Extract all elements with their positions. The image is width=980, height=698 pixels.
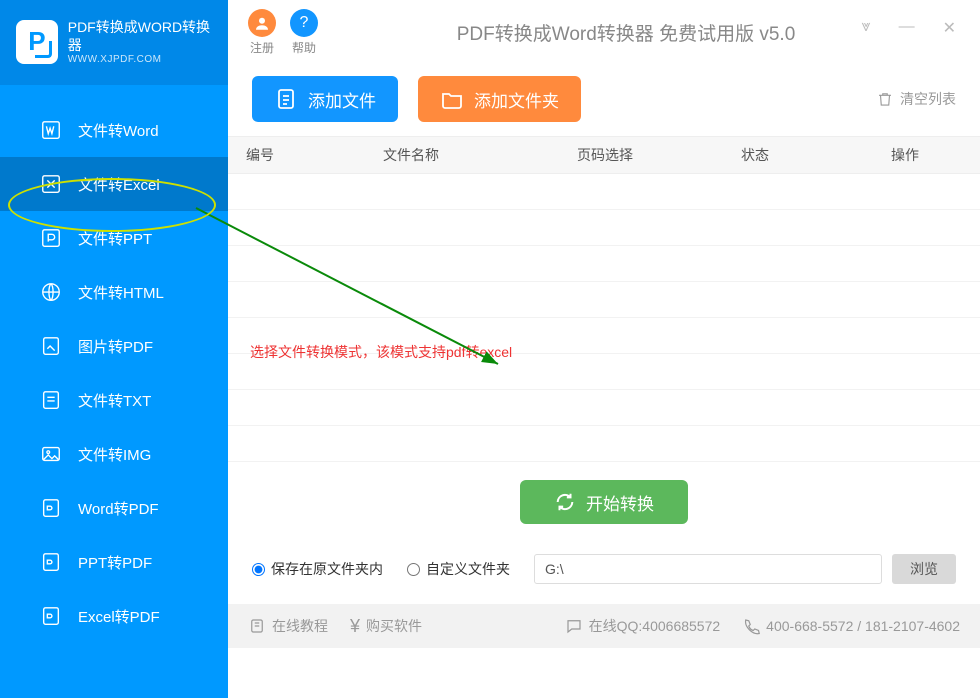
qq-link[interactable]: 在线QQ:4006685572 <box>565 616 721 636</box>
clear-list-button[interactable]: 清空列表 <box>876 89 956 109</box>
sidebar-item-img[interactable]: 文件转IMG <box>0 427 228 481</box>
table-header: 编号 文件名称 页码选择 状态 操作 <box>228 136 980 174</box>
sidebar: P PDF转换成WORD转换器 WWW.XJPDF.COM 文件转Word 文件… <box>0 0 228 698</box>
radio-input[interactable] <box>407 563 420 576</box>
save-original-label: 保存在原文件夹内 <box>271 559 383 579</box>
sidebar-item-label: 文件转Excel <box>78 174 160 195</box>
table-row <box>228 210 980 246</box>
excel-icon <box>40 173 62 195</box>
table-row <box>228 390 980 426</box>
add-folder-label: 添加文件夹 <box>474 87 559 112</box>
sidebar-item-ppt[interactable]: 文件转PPT <box>0 211 228 265</box>
register-label: 注册 <box>250 39 274 56</box>
tutorial-link[interactable]: 在线教程 <box>248 616 328 636</box>
radio-input[interactable] <box>252 563 265 576</box>
phone-label: 400-668-5572 / 181-2107-4602 <box>766 618 960 634</box>
th-filename: 文件名称 <box>292 145 530 165</box>
th-status: 状态 <box>680 145 830 165</box>
table-row <box>228 174 980 210</box>
txt-icon <box>40 389 62 411</box>
globe-icon <box>40 281 62 303</box>
yen-icon: ¥ <box>350 616 360 637</box>
file-icon <box>274 87 298 111</box>
start-convert-label: 开始转换 <box>586 490 654 515</box>
sidebar-item-txt[interactable]: 文件转TXT <box>0 373 228 427</box>
table-row <box>228 282 980 318</box>
th-index: 编号 <box>228 145 292 165</box>
ppt-icon <box>40 227 62 249</box>
save-custom-radio[interactable]: 自定义文件夹 <box>407 559 510 579</box>
start-convert-button[interactable]: 开始转换 <box>520 480 688 524</box>
tutorial-label: 在线教程 <box>272 616 328 636</box>
save-custom-label: 自定义文件夹 <box>426 559 510 579</box>
register-button[interactable]: 注册 <box>248 9 276 56</box>
qq-label: 在线QQ:4006685572 <box>589 616 721 636</box>
help-label: 帮助 <box>292 39 316 56</box>
save-original-radio[interactable]: 保存在原文件夹内 <box>252 559 383 579</box>
sidebar-item-label: Word转PDF <box>78 498 159 519</box>
phone-icon <box>742 617 760 635</box>
sidebar-item-label: 文件转IMG <box>78 444 151 465</box>
trash-icon <box>876 90 894 108</box>
sidebar-item-ppt2pdf[interactable]: PPT转PDF <box>0 535 228 589</box>
table-row <box>228 426 980 462</box>
sidebar-item-label: 文件转PPT <box>78 228 152 249</box>
table-row <box>228 246 980 282</box>
dropdown-icon[interactable]: ⩔ <box>862 18 871 38</box>
sidebar-item-label: Excel转PDF <box>78 606 160 627</box>
sidebar-item-html[interactable]: 文件转HTML <box>0 265 228 319</box>
buy-link[interactable]: ¥ 购买软件 <box>350 616 422 637</box>
path-input[interactable] <box>534 554 882 584</box>
browse-button[interactable]: 浏览 <box>892 554 956 584</box>
buy-label: 购买软件 <box>366 616 422 636</box>
logo-icon: P <box>16 20 58 64</box>
close-icon[interactable]: ✕ <box>943 18 956 38</box>
logo-subtitle: WWW.XJPDF.COM <box>68 54 216 65</box>
sidebar-item-label: 图片转PDF <box>78 336 153 357</box>
sidebar-item-label: 文件转Word <box>78 120 159 141</box>
logo-title: PDF转换成WORD转换器 <box>68 18 216 54</box>
add-file-label: 添加文件 <box>308 87 376 112</box>
sidebar-item-label: 文件转TXT <box>78 390 151 411</box>
pdf-icon <box>40 551 62 573</box>
sidebar-item-excel[interactable]: 文件转Excel <box>0 157 228 211</box>
pdf-icon <box>40 605 62 627</box>
sidebar-item-label: PPT转PDF <box>78 552 152 573</box>
sidebar-item-img2pdf[interactable]: 图片转PDF <box>0 319 228 373</box>
table-body: 选择文件转换模式，该模式支持pdf转excel <box>228 174 980 464</box>
window-controls: ⩔ — ✕ <box>862 18 956 38</box>
clear-list-label: 清空列表 <box>900 89 956 109</box>
sidebar-item-word2pdf[interactable]: Word转PDF <box>0 481 228 535</box>
main-panel: 注册 ? 帮助 PDF转换成Word转换器 免费试用版 v5.0 ⩔ — ✕ 添… <box>228 0 980 698</box>
th-pages: 页码选择 <box>530 145 680 165</box>
help-button[interactable]: ? 帮助 <box>290 9 318 56</box>
add-folder-button[interactable]: 添加文件夹 <box>418 76 581 122</box>
sidebar-item-excel2pdf[interactable]: Excel转PDF <box>0 589 228 643</box>
book-icon <box>248 617 266 635</box>
phone-link[interactable]: 400-668-5572 / 181-2107-4602 <box>742 617 960 635</box>
pdf-icon <box>40 335 62 357</box>
titlebar: 注册 ? 帮助 PDF转换成Word转换器 免费试用版 v5.0 ⩔ — ✕ <box>228 0 980 64</box>
user-icon <box>248 9 276 37</box>
app-window: P PDF转换成WORD转换器 WWW.XJPDF.COM 文件转Word 文件… <box>0 0 980 698</box>
toolbar: 添加文件 添加文件夹 清空列表 <box>228 64 980 136</box>
minimize-icon[interactable]: — <box>899 18 915 38</box>
sidebar-item-word[interactable]: 文件转Word <box>0 103 228 157</box>
save-row: 保存在原文件夹内 自定义文件夹 浏览 <box>228 540 980 604</box>
logo-area: P PDF转换成WORD转换器 WWW.XJPDF.COM <box>0 0 228 85</box>
footer: 在线教程 ¥ 购买软件 在线QQ:4006685572 400-668-5572… <box>228 604 980 648</box>
help-icon: ? <box>290 9 318 37</box>
pdf-icon <box>40 497 62 519</box>
sidebar-nav: 文件转Word 文件转Excel 文件转PPT 文件转HTML 图片转PDF 文… <box>0 85 228 698</box>
sidebar-item-label: 文件转HTML <box>78 282 164 303</box>
refresh-icon <box>554 491 576 513</box>
folder-icon <box>440 87 464 111</box>
chat-icon <box>565 617 583 635</box>
word-icon <box>40 119 62 141</box>
convert-row: 开始转换 <box>228 464 980 540</box>
image-icon <box>40 443 62 465</box>
add-file-button[interactable]: 添加文件 <box>252 76 398 122</box>
th-action: 操作 <box>830 145 980 165</box>
hint-text: 选择文件转换模式，该模式支持pdf转excel <box>250 342 512 362</box>
